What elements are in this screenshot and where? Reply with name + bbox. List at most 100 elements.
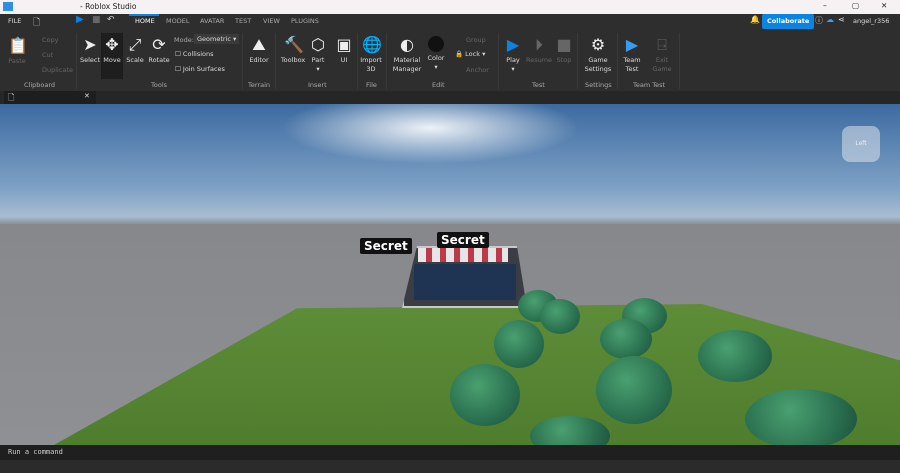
divider — [386, 33, 387, 89]
import-3d-button[interactable]: 🌐 Import 3D — [360, 36, 382, 74]
paste-button[interactable]: 📋 Paste — [6, 37, 28, 66]
move-button[interactable]: ✥ Move — [101, 33, 123, 79]
cut-button[interactable]: Cut — [42, 51, 53, 60]
edit-group-label: Edit — [432, 81, 445, 89]
divider — [242, 33, 243, 89]
active-tab-indicator — [129, 14, 159, 16]
team-test-icon: ▶ — [625, 35, 639, 54]
command-bar[interactable]: Run a command — [0, 445, 900, 460]
ui-button[interactable]: ▣ UI — [334, 36, 354, 65]
status-bar — [0, 460, 900, 473]
clipboard-group-label: Clipboard — [24, 81, 56, 89]
divider — [275, 33, 276, 89]
stop-icon: ■ — [556, 35, 572, 54]
material-manager-button[interactable]: ◐ Material Manager — [392, 36, 422, 74]
title-bar: - Roblox Studio – ▢ ✕ — [0, 0, 900, 14]
3d-viewport[interactable]: Secret Secret Left — [0, 104, 900, 445]
window-title: - Roblox Studio — [80, 2, 137, 11]
color-swatch-icon — [428, 36, 444, 52]
divider — [617, 33, 618, 89]
command-input[interactable]: Run a command — [8, 448, 63, 456]
play-button[interactable]: ▶ Play ▾ — [503, 36, 523, 74]
copy-button[interactable]: Copy — [42, 36, 59, 45]
document-tab-row: 🗋 ✕ — [0, 91, 900, 104]
notifications-icon[interactable]: 🔔 — [750, 15, 760, 24]
document-tab[interactable]: 🗋 ✕ — [4, 91, 96, 104]
stop-quick-icon[interactable]: ■ — [92, 15, 101, 25]
stop-button[interactable]: ■ Stop — [554, 36, 574, 65]
tab-model[interactable]: MODEL — [166, 17, 189, 25]
cursor-icon: ➤ — [83, 35, 97, 54]
globe-import-icon: 🌐 — [362, 35, 382, 54]
anchor-button[interactable]: Anchor — [466, 66, 489, 74]
clouds — [280, 104, 580, 164]
toolbox-icon: 🔨 — [284, 35, 304, 54]
divider — [679, 33, 680, 89]
tab-test[interactable]: TEST — [235, 17, 251, 25]
pool-wall — [418, 248, 508, 262]
join-surfaces-checkbox[interactable]: ☐ Join Surfaces — [175, 65, 225, 73]
terrain-group-label: Terrain — [248, 81, 271, 89]
ribbon: 📋 Paste Copy Cut Duplicate Clipboard ➤ Sel… — [0, 29, 900, 91]
terrain-editor-button[interactable]: ⛰ Editor — [248, 36, 270, 65]
ui-icon: ▣ — [336, 35, 352, 54]
divider — [577, 33, 578, 89]
mode-label: Mode: — [174, 36, 194, 44]
maximize-button[interactable]: ▢ — [852, 1, 859, 10]
scale-icon: ⤢ — [128, 35, 142, 54]
settings-group-label: Settings — [585, 81, 612, 89]
minimize-button[interactable]: – — [823, 1, 827, 10]
share-icon[interactable]: ⋖ — [838, 15, 845, 24]
tree — [494, 320, 544, 368]
user-menu[interactable]: angel_r356 — [853, 17, 889, 25]
duplicate-button[interactable]: Duplicate — [42, 66, 73, 75]
move-icon: ✥ — [105, 35, 119, 54]
exit-game-button[interactable]: ⍈ Exit Game — [650, 36, 674, 74]
toolbox-button[interactable]: 🔨 Toolbox — [280, 36, 306, 65]
close-tab-button[interactable]: ✕ — [84, 92, 90, 100]
exit-icon: ⍈ — [657, 35, 667, 54]
group-button[interactable]: Group — [466, 36, 486, 44]
gear-icon: ⚙ — [590, 35, 606, 54]
paste-icon: 📋 — [8, 36, 28, 55]
file-menu[interactable]: FILE — [8, 17, 21, 25]
tree — [745, 389, 857, 445]
pool-water — [414, 264, 516, 300]
tree — [450, 364, 520, 426]
scale-button[interactable]: ⤢ Scale — [125, 36, 145, 65]
secret-label: Secret — [360, 238, 412, 254]
divider — [498, 33, 499, 89]
play-quick-icon[interactable]: ▶ — [76, 14, 84, 25]
collisions-checkbox[interactable]: ☐ Collisions — [175, 50, 214, 58]
close-button[interactable]: ✕ — [881, 1, 887, 10]
help-icon[interactable]: ⓘ — [815, 15, 823, 26]
cloud-icon[interactable]: ☁ — [826, 15, 834, 24]
lock-button[interactable]: 🔒 Lock ▾ — [455, 50, 485, 58]
tree — [698, 330, 772, 382]
game-settings-button[interactable]: ⚙ Game Settings — [583, 36, 613, 74]
collaborate-button[interactable]: Collaborate — [762, 14, 815, 29]
tab-home[interactable]: HOME — [135, 17, 155, 25]
undo-icon[interactable]: ↶ — [107, 15, 115, 25]
tab-plugins[interactable]: PLUGINS — [291, 17, 319, 25]
tab-avatar[interactable]: AVATAR — [200, 17, 224, 25]
rotate-icon: ⟳ — [152, 35, 166, 54]
tree — [596, 356, 672, 424]
file-group-label: File — [366, 81, 377, 89]
view-cube[interactable]: Left — [842, 126, 880, 162]
tab-view[interactable]: VIEW — [263, 17, 280, 25]
rotate-button[interactable]: ⟳ Rotate — [147, 36, 171, 65]
color-button[interactable]: Color ▾ — [426, 36, 446, 72]
team-test-button[interactable]: ▶ Team Test — [620, 36, 644, 74]
menu-bar: FILE 🗋 ▶ ■ ↶ HOME MODEL AVATAR TEST VIEW… — [0, 14, 900, 29]
studio-logo-icon — [3, 2, 13, 11]
resume-button[interactable]: ⏵ Resume — [526, 36, 552, 65]
tree — [540, 299, 580, 334]
mode-dropdown[interactable]: Geometric ▾ — [194, 34, 240, 44]
insert-group-label: Insert — [308, 81, 327, 89]
part-button[interactable]: ⬡ Part ▾ — [309, 36, 327, 74]
tools-group-label: Tools — [151, 81, 168, 89]
select-button[interactable]: ➤ Select — [80, 36, 100, 65]
secret-label: Secret — [437, 232, 489, 248]
terrain-icon: ⛰ — [252, 35, 266, 54]
